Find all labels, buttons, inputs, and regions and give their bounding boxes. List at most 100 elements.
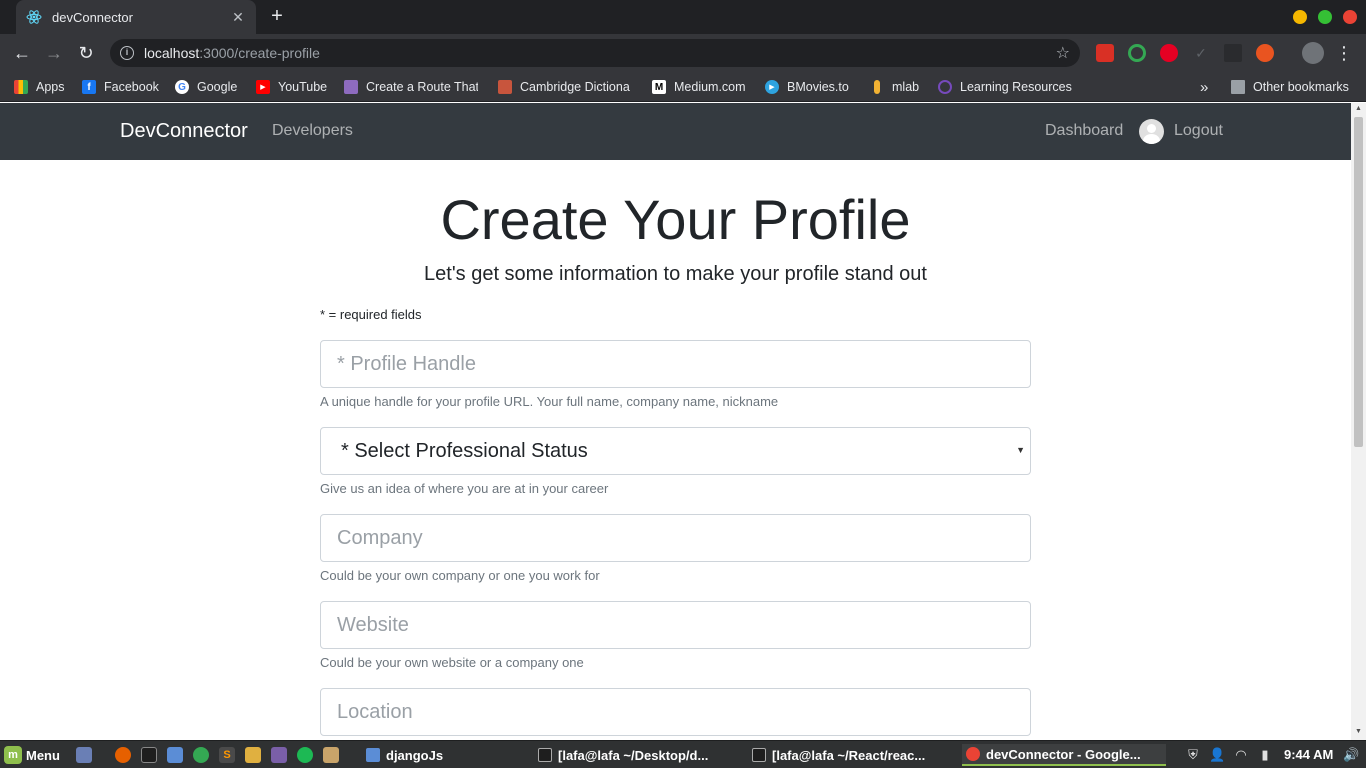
avatar-body (1143, 134, 1160, 144)
bookmark-facebook[interactable]: f Facebook (82, 78, 159, 96)
taskbar-window-chrome[interactable]: devConnector - Google... (962, 744, 1166, 766)
show-desktop-icon[interactable] (76, 747, 92, 763)
bookmark-google[interactable]: G Google (175, 78, 237, 96)
battery-icon[interactable]: ▮ (1257, 747, 1273, 763)
info-icon[interactable]: i (120, 46, 134, 60)
shield-icon[interactable]: ⛨ (1185, 747, 1201, 763)
cambridge-icon (498, 80, 512, 94)
cloud-icon (344, 80, 358, 94)
url-host: localhost (144, 45, 200, 61)
window-label: [lafa@lafa ~/Desktop/d... (558, 747, 709, 763)
new-tab-button[interactable]: + (266, 6, 288, 28)
gift-icon[interactable] (1096, 44, 1114, 62)
bookmark-label: Learning Resources (960, 80, 1072, 94)
volume-icon[interactable]: 🔊 (1343, 747, 1359, 763)
terminal-launcher-icon[interactable] (141, 747, 157, 763)
clock[interactable]: 9:44 AM (1284, 747, 1333, 762)
scrollbar-thumb[interactable] (1354, 117, 1363, 447)
bookmark-create-route[interactable]: Create a Route That (344, 78, 478, 96)
window-label: djangoJs (386, 747, 444, 763)
terminal-icon (538, 748, 552, 762)
taskbar-window-terminal-desktop[interactable]: [lafa@lafa ~/Desktop/d... (534, 744, 738, 766)
company-input[interactable] (320, 514, 1031, 562)
page-lead: Let's get some information to make your … (424, 263, 927, 285)
bookmarks-bar: Apps f Facebook G Google ▶ YouTube Creat… (0, 72, 1366, 102)
kebab-menu-icon[interactable]: ⋮ (1333, 42, 1355, 64)
address-bar[interactable]: i localhost:3000/create-profile ☆ (110, 39, 1080, 67)
firefox-icon[interactable] (115, 747, 131, 763)
location-input[interactable] (320, 688, 1031, 736)
brand-link[interactable]: DevConnector (120, 120, 248, 143)
profile-avatar-icon[interactable] (1302, 42, 1324, 64)
media-player-icon[interactable] (271, 747, 287, 763)
file-manager-icon[interactable] (245, 747, 261, 763)
window-label: [lafa@lafa ~/React/reac... (772, 747, 926, 763)
bookmark-label: Cambridge Dictiona (520, 80, 630, 94)
bookmark-label: Other bookmarks (1253, 80, 1349, 94)
image-viewer-icon[interactable] (323, 747, 339, 763)
other-bookmarks[interactable]: Other bookmarks (1231, 78, 1349, 96)
bookmark-label: YouTube (278, 80, 328, 94)
pinterest-icon[interactable] (1160, 44, 1178, 62)
bookmark-label: mlab (892, 80, 920, 94)
close-window-button[interactable] (1343, 10, 1357, 24)
start-menu-button[interactable]: m Menu (4, 744, 60, 766)
ubuntu-icon[interactable] (1256, 44, 1274, 62)
nav-logout-link[interactable]: Logout (1174, 122, 1223, 140)
nav-dashboard-link[interactable]: Dashboard (1045, 122, 1123, 140)
back-arrow-icon[interactable]: ← (11, 42, 33, 64)
os-taskbar: m Menu S djangoJs [lafa@lafa ~/Desktop/d… (0, 740, 1366, 768)
bookmark-label: BMovies.to (787, 80, 849, 94)
website-input[interactable] (320, 601, 1031, 649)
professional-status-select[interactable]: * Select Professional Status ▼ (320, 427, 1031, 475)
clipboard-icon[interactable] (1224, 44, 1242, 62)
mint-logo-icon: m (4, 746, 22, 764)
required-fields-note: * = required fields (320, 307, 422, 322)
scroll-down-arrow-icon[interactable]: ▼ (1354, 728, 1363, 735)
bookmark-mlab[interactable]: mlab (870, 78, 919, 96)
tab-title: devConnector (52, 9, 133, 25)
profile-handle-input[interactable] (320, 340, 1031, 388)
bookmarks-overflow-button[interactable]: » (1200, 78, 1208, 96)
taskbar-window-djangojs[interactable]: djangoJs (362, 744, 522, 766)
youtube-icon: ▶ (256, 80, 270, 94)
bookmark-label: Medium.com (674, 80, 746, 94)
nav-developers-link[interactable]: Developers (272, 122, 353, 140)
wifi-icon[interactable]: ◠ (1233, 747, 1249, 763)
bookmark-bmovies[interactable]: ▶ BMovies.to (765, 78, 849, 96)
reload-icon[interactable]: ↻ (75, 42, 97, 64)
minimize-window-button[interactable] (1293, 10, 1307, 24)
terminal-icon (752, 748, 766, 762)
sublime-text-icon[interactable]: S (219, 747, 235, 763)
forward-arrow-icon[interactable]: → (43, 42, 65, 64)
browser-tab-active[interactable]: devConnector ✕ (16, 0, 256, 34)
window-label: devConnector - Google... (986, 746, 1141, 762)
page-scrollbar[interactable]: ▲ ▼ (1351, 103, 1366, 740)
bookmark-medium[interactable]: M Medium.com (652, 78, 746, 96)
bookmark-star-icon[interactable]: ☆ (1056, 43, 1070, 63)
profile-handle-help: A unique handle for your profile URL. Yo… (320, 394, 779, 409)
taskbar-window-terminal-react[interactable]: [lafa@lafa ~/React/reac... (748, 744, 952, 766)
target-icon[interactable] (1128, 44, 1146, 62)
folder-icon (366, 748, 380, 762)
bookmark-youtube[interactable]: ▶ YouTube (256, 78, 327, 96)
professional-status-help: Give us an idea of where you are at in y… (320, 481, 609, 496)
bookmark-learning-resources[interactable]: Learning Resources (938, 78, 1072, 96)
user-icon[interactable]: 👤 (1209, 747, 1225, 763)
bookmark-cambridge[interactable]: Cambridge Dictiona (498, 78, 632, 96)
bookmark-apps[interactable]: Apps (14, 78, 65, 96)
react-atom-icon (26, 9, 42, 25)
play-icon: ▶ (765, 80, 779, 94)
check-icon[interactable]: ✓ (1192, 44, 1210, 62)
files-launcher-icon[interactable] (167, 747, 183, 763)
chrome-launcher-icon[interactable] (193, 747, 209, 763)
close-tab-icon[interactable]: ✕ (230, 9, 246, 26)
status-selected-value: * Select Professional Status (341, 439, 588, 462)
mlab-icon (874, 80, 880, 94)
company-help: Could be your own company or one you wor… (320, 568, 600, 583)
scroll-up-arrow-icon[interactable]: ▲ (1354, 105, 1363, 112)
spotify-icon[interactable] (297, 747, 313, 763)
user-avatar (1139, 119, 1164, 144)
folder-icon (1231, 80, 1245, 94)
maximize-window-button[interactable] (1318, 10, 1332, 24)
